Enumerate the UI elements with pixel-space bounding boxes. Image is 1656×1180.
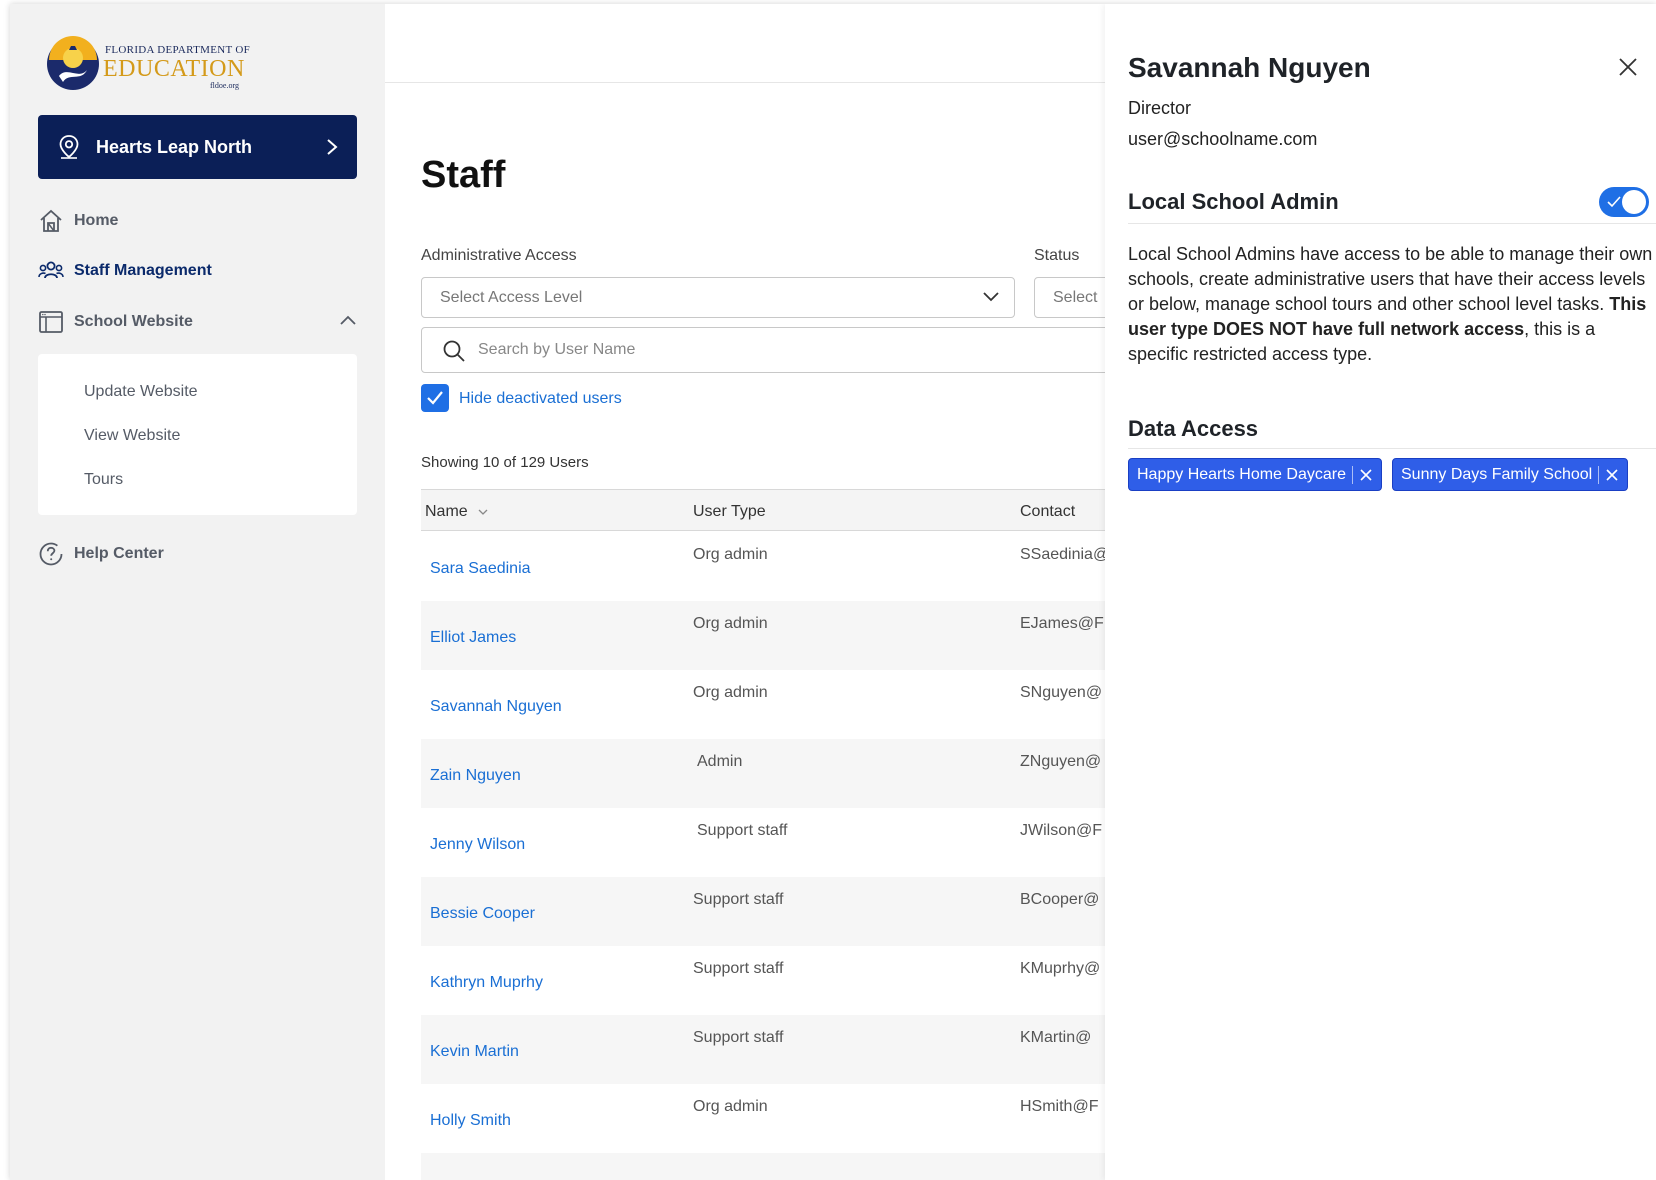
access-filter-label: Administrative Access	[421, 247, 577, 264]
drawer-user-email: user@schoolname.com	[1128, 129, 1318, 149]
contact-cell: JWilson@F	[1020, 822, 1103, 839]
user-detail-drawer: Savannah Nguyen Director user@schoolname…	[1105, 4, 1656, 1180]
staff-name-link[interactable]: Jenny Wilson	[430, 836, 525, 854]
search-input[interactable]: Search by User Name	[421, 327, 1221, 373]
description-text: Local School Admins have access to be ab…	[1128, 244, 1653, 314]
column-header-contact: Contact	[1020, 503, 1076, 520]
user-type-cell: Org admin	[693, 615, 768, 632]
contact-cell: HSmith@F	[1020, 1098, 1099, 1115]
subnav-item-tours[interactable]: Tours	[84, 471, 123, 489]
user-type-cell: Org admin	[693, 684, 768, 701]
contact-cell: EJames@F	[1020, 615, 1104, 632]
staff-name-link[interactable]: Bessie Cooper	[430, 905, 535, 923]
section-divider	[1128, 448, 1656, 449]
browser-window-icon	[39, 311, 63, 333]
staff-name-link[interactable]: Elliot James	[430, 629, 516, 647]
search-placeholder: Search by User Name	[478, 341, 636, 358]
contact-cell: BCooper@	[1020, 891, 1100, 908]
column-header-label: Name	[425, 503, 468, 520]
logo-line-2: EDUCATION	[103, 56, 245, 82]
logo[interactable]: FLORIDA DEPARTMENT OF EDUCATION fldoe.or…	[45, 32, 250, 98]
contact-cell: ZNguyen@	[1020, 753, 1102, 770]
chip-label: Happy Hearts Home Daycare	[1137, 465, 1346, 483]
user-type-cell: Support staff	[693, 960, 784, 977]
toggle-knob	[1622, 190, 1646, 214]
sidebar-item-home[interactable]: Home	[38, 208, 118, 234]
sidebar-item-staff-management[interactable]: Staff Management	[38, 258, 212, 284]
logo-line-3: fldoe.org	[210, 81, 239, 90]
drawer-user-name: Savannah Nguyen	[1128, 52, 1371, 83]
close-icon[interactable]	[1617, 56, 1639, 78]
website-subnav: Update Website View Website Tours	[38, 354, 357, 515]
toggle-check-icon	[1607, 196, 1621, 208]
staff-name-link[interactable]: Sara Saedinia	[430, 560, 531, 578]
sidebar-item-label: Help Center	[74, 545, 164, 562]
user-type-cell: Org admin	[693, 546, 768, 563]
remove-chip-icon[interactable]	[1359, 468, 1373, 482]
drawer-user-role: Director	[1128, 98, 1192, 118]
section-divider	[1128, 223, 1656, 224]
subnav-item-view-website[interactable]: View Website	[84, 427, 180, 445]
staff-name-link[interactable]: Kathryn Muprhy	[430, 974, 543, 992]
status-placeholder: Select	[1053, 288, 1098, 306]
local-school-admin-description: Local School Admins have access to be ab…	[1128, 242, 1656, 367]
staff-name-link[interactable]: Savannah Nguyen	[430, 698, 562, 716]
sidebar-item-label: Staff Management	[74, 262, 212, 279]
chevron-right-icon	[327, 139, 338, 155]
chip-separator	[1598, 465, 1600, 484]
sidebar-item-label: School Website	[74, 313, 193, 330]
user-type-cell: Support staff	[697, 822, 788, 839]
hide-deactivated-label[interactable]: Hide deactivated users	[459, 390, 622, 408]
staff-name-link[interactable]: Zain Nguyen	[430, 767, 521, 785]
checkmark-icon	[427, 391, 443, 405]
staff-name-link[interactable]: Holly Smith	[430, 1112, 511, 1130]
page-title: Staff	[421, 154, 506, 196]
sidebar-item-school-website[interactable]: School Website	[38, 309, 357, 335]
chevron-up-icon[interactable]	[339, 313, 357, 327]
chip-label: Sunny Days Family School	[1401, 465, 1593, 483]
remove-chip-icon[interactable]	[1605, 468, 1619, 482]
local-school-admin-toggle[interactable]	[1599, 187, 1649, 217]
access-level-select[interactable]: Select Access Level	[421, 277, 1015, 318]
school-selector-button[interactable]: Hearts Leap North	[38, 115, 357, 179]
fldoe-seal-icon	[47, 36, 99, 90]
subnav-item-update-website[interactable]: Update Website	[84, 383, 198, 401]
data-access-chip: Sunny Days Family School	[1392, 458, 1629, 491]
user-type-cell: Admin	[697, 753, 743, 770]
contact-cell: KMartin@	[1020, 1029, 1092, 1046]
sidebar: FLORIDA DEPARTMENT OF EDUCATION fldoe.or…	[10, 4, 385, 1180]
contact-cell: KMuprhy@	[1020, 960, 1101, 977]
home-icon	[40, 209, 62, 232]
user-type-cell: Org admin	[693, 1098, 768, 1115]
results-count: Showing 10 of 129 Users	[421, 454, 589, 471]
user-type-cell: Support staff	[693, 891, 784, 908]
column-header-name[interactable]: Name	[425, 503, 488, 521]
data-access-heading: Data Access	[1128, 416, 1259, 441]
local-school-admin-heading: Local School Admin	[1128, 189, 1339, 214]
sidebar-item-label: Home	[74, 212, 119, 229]
user-type-cell: Support staff	[693, 1029, 784, 1046]
app-window: FLORIDA DEPARTMENT OF EDUCATION fldoe.or…	[10, 4, 1656, 1180]
chip-separator	[1351, 465, 1353, 484]
help-icon	[39, 542, 63, 566]
users-icon	[38, 261, 64, 279]
contact-cell: SSaedinia@	[1020, 546, 1110, 563]
hide-deactivated-checkbox[interactable]	[421, 384, 449, 412]
school-name: Hearts Leap North	[96, 136, 253, 157]
contact-cell: SNguyen@	[1020, 684, 1103, 701]
sidebar-item-help-center[interactable]: Help Center	[38, 541, 164, 567]
sort-chevron-icon	[478, 509, 488, 515]
data-access-chip: Happy Hearts Home Daycare	[1128, 458, 1382, 491]
logo-line-1: FLORIDA DEPARTMENT OF	[105, 44, 250, 56]
chevron-down-icon	[983, 292, 999, 302]
access-level-placeholder: Select Access Level	[440, 288, 583, 306]
status-filter-label: Status	[1034, 247, 1080, 264]
location-pin-icon	[59, 135, 79, 159]
column-header-user-type: User Type	[693, 503, 766, 520]
search-icon	[443, 340, 465, 362]
staff-name-link[interactable]: Kevin Martin	[430, 1043, 519, 1061]
